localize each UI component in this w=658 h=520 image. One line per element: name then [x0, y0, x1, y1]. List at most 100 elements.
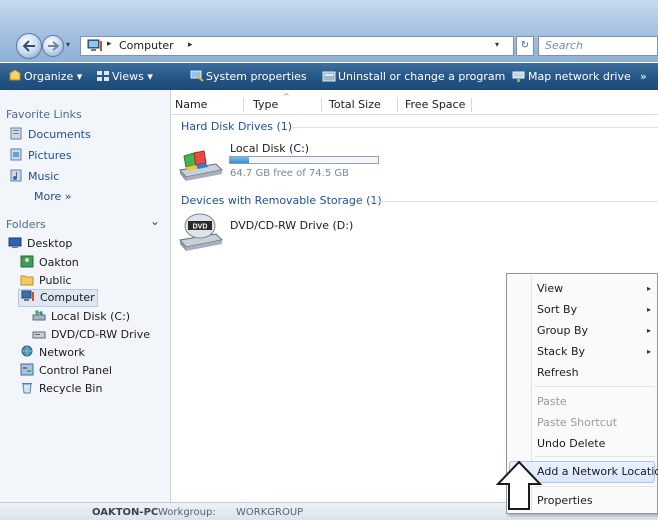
user-folder-icon — [20, 255, 34, 268]
tree-item-label: Oakton — [39, 256, 79, 269]
favorite-link-label: Pictures — [28, 149, 72, 162]
desktop-icon — [8, 237, 22, 248]
submenu-arrow-icon: ▸ — [646, 305, 651, 314]
folders-heading[interactable]: Folders — [6, 218, 46, 231]
tree-item-recycle-bin[interactable]: Recycle Bin — [20, 381, 102, 397]
more-favorite-links[interactable]: More » — [34, 190, 72, 206]
title-bar: ▾ ▸ Computer ▸ ▾ ↻ Search — [0, 0, 658, 62]
documents-icon — [10, 127, 22, 140]
column-divider[interactable] — [243, 98, 244, 112]
system-properties-button[interactable]: System properties — [206, 70, 307, 84]
refresh-button[interactable]: ↻ — [516, 36, 534, 56]
tree-item-control-panel[interactable]: Control Panel — [20, 363, 112, 379]
tree-item-label: Local Disk (C:) — [51, 310, 131, 323]
tree-item-label: Public — [39, 274, 72, 287]
computer-icon — [87, 39, 102, 51]
group-divider — [292, 127, 658, 128]
status-workgroup: WORKGROUP — [236, 507, 304, 518]
column-header-type[interactable]: Type — [253, 98, 278, 111]
context-menu-item-undo-delete[interactable]: Undo Delete — [537, 437, 605, 450]
music-icon — [10, 169, 22, 182]
tree-item-label: Control Panel — [39, 364, 112, 377]
folders-collapse-chevron-icon[interactable]: ⌄ — [150, 214, 160, 228]
submenu-arrow-icon: ▸ — [646, 347, 651, 356]
tree-item-dvd-drive[interactable]: DVD/CD-RW Drive — [32, 327, 150, 343]
system-properties-icon — [190, 70, 204, 82]
column-divider[interactable] — [321, 98, 322, 112]
address-separator[interactable]: ▸ — [188, 40, 193, 50]
context-menu-separator — [535, 386, 655, 387]
context-menu-item-stack-by[interactable]: Stack By — [537, 345, 585, 358]
column-headers: Name Type ^ Total Size Free Space — [171, 92, 658, 115]
map-network-drive-icon — [512, 71, 525, 82]
tree-item-network[interactable]: Network — [20, 345, 85, 361]
organize-button[interactable]: Organize ▾ — [24, 70, 82, 84]
recent-pages-dropdown-icon[interactable]: ▾ — [66, 40, 74, 50]
tree-item-label: Computer — [40, 291, 95, 304]
favorite-link-pictures[interactable]: Pictures — [10, 148, 72, 164]
column-header-free-space[interactable]: Free Space — [405, 98, 465, 111]
uninstall-program-icon — [322, 71, 336, 82]
context-menu-separator — [535, 456, 655, 457]
context-menu-item-add-network-location[interactable]: Add a Network Location — [537, 465, 658, 478]
dvd-drive-icon — [32, 331, 46, 339]
column-divider[interactable] — [397, 98, 398, 112]
context-menu-item-paste[interactable]: Paste — [537, 395, 567, 408]
address-history-dropdown-icon[interactable]: ▾ — [495, 40, 499, 49]
tree-item-desktop[interactable]: Desktop — [8, 236, 72, 252]
tree-item-public[interactable]: Public — [20, 273, 72, 289]
toolbar-more-button[interactable]: » — [640, 70, 647, 84]
views-button[interactable]: Views ▾ — [112, 70, 153, 84]
command-toolbar: Organize ▾ Views ▾ System properties Uni… — [0, 63, 658, 90]
tree-item-oakton[interactable]: Oakton — [20, 255, 79, 271]
favorite-links-heading: Favorite Links — [6, 108, 82, 121]
column-divider[interactable] — [471, 98, 472, 112]
back-arrow-icon — [22, 40, 35, 52]
column-header-total-size[interactable]: Total Size — [329, 98, 381, 111]
column-header-name[interactable]: Name — [175, 98, 207, 111]
context-menu-item-view[interactable]: View — [537, 282, 563, 295]
submenu-arrow-icon: ▸ — [646, 284, 651, 293]
context-menu-item-refresh[interactable]: Refresh — [537, 366, 579, 379]
favorite-link-music[interactable]: Music — [10, 169, 59, 185]
folder-icon — [20, 275, 34, 286]
tree-item-computer[interactable]: Computer — [18, 289, 98, 307]
context-menu-item-properties[interactable]: Properties — [537, 494, 593, 507]
organize-icon — [9, 69, 21, 81]
disk-free-space-text: 64.7 GB free of 74.5 GB — [230, 168, 349, 179]
map-network-drive-button[interactable]: Map network drive — [528, 70, 631, 84]
dvd-badge: DVD — [193, 224, 208, 231]
back-button[interactable] — [16, 33, 42, 59]
address-path-computer[interactable]: Computer — [119, 39, 174, 52]
network-icon — [21, 345, 33, 357]
tree-item-label: Recycle Bin — [39, 382, 103, 395]
pictures-icon — [10, 148, 22, 161]
drive-label-local-disk[interactable]: Local Disk (C:) — [230, 142, 309, 155]
group-header-hard-disk[interactable]: Hard Disk Drives (1) — [181, 120, 292, 133]
favorite-link-documents[interactable]: Documents — [10, 127, 91, 143]
address-bar[interactable]: ▸ Computer ▸ ▾ — [80, 36, 514, 56]
dvd-drive-icon[interactable]: DVD — [176, 212, 224, 254]
context-menu-item-paste-shortcut[interactable]: Paste Shortcut — [537, 416, 617, 429]
group-divider — [368, 201, 658, 202]
uninstall-program-button[interactable]: Uninstall or change a program — [338, 70, 505, 84]
disk-usage-bar — [229, 156, 379, 164]
sort-ascending-icon: ^ — [283, 92, 290, 101]
search-input[interactable]: Search — [538, 36, 658, 56]
context-menu-separator — [535, 486, 655, 487]
status-workgroup-label: Workgroup: — [158, 507, 216, 518]
control-panel-icon — [20, 363, 34, 376]
forward-button[interactable] — [42, 35, 64, 57]
address-separator[interactable]: ▸ — [107, 39, 112, 49]
hard-disk-icon — [32, 310, 46, 321]
refresh-icon: ↻ — [520, 40, 530, 51]
context-menu-item-sort-by[interactable]: Sort By — [537, 303, 577, 316]
group-header-removable-storage[interactable]: Devices with Removable Storage (1) — [181, 194, 382, 207]
navigation-pane: Favorite Links Documents Pictures Music … — [0, 90, 171, 502]
submenu-arrow-icon: ▸ — [646, 326, 651, 335]
context-menu-item-group-by[interactable]: Group By — [537, 324, 588, 337]
tree-item-local-disk[interactable]: Local Disk (C:) — [32, 309, 130, 325]
hard-disk-icon[interactable] — [176, 150, 224, 184]
pointer-arrow-icon — [496, 460, 542, 510]
drive-label-dvd[interactable]: DVD/CD-RW Drive (D:) — [230, 219, 353, 232]
